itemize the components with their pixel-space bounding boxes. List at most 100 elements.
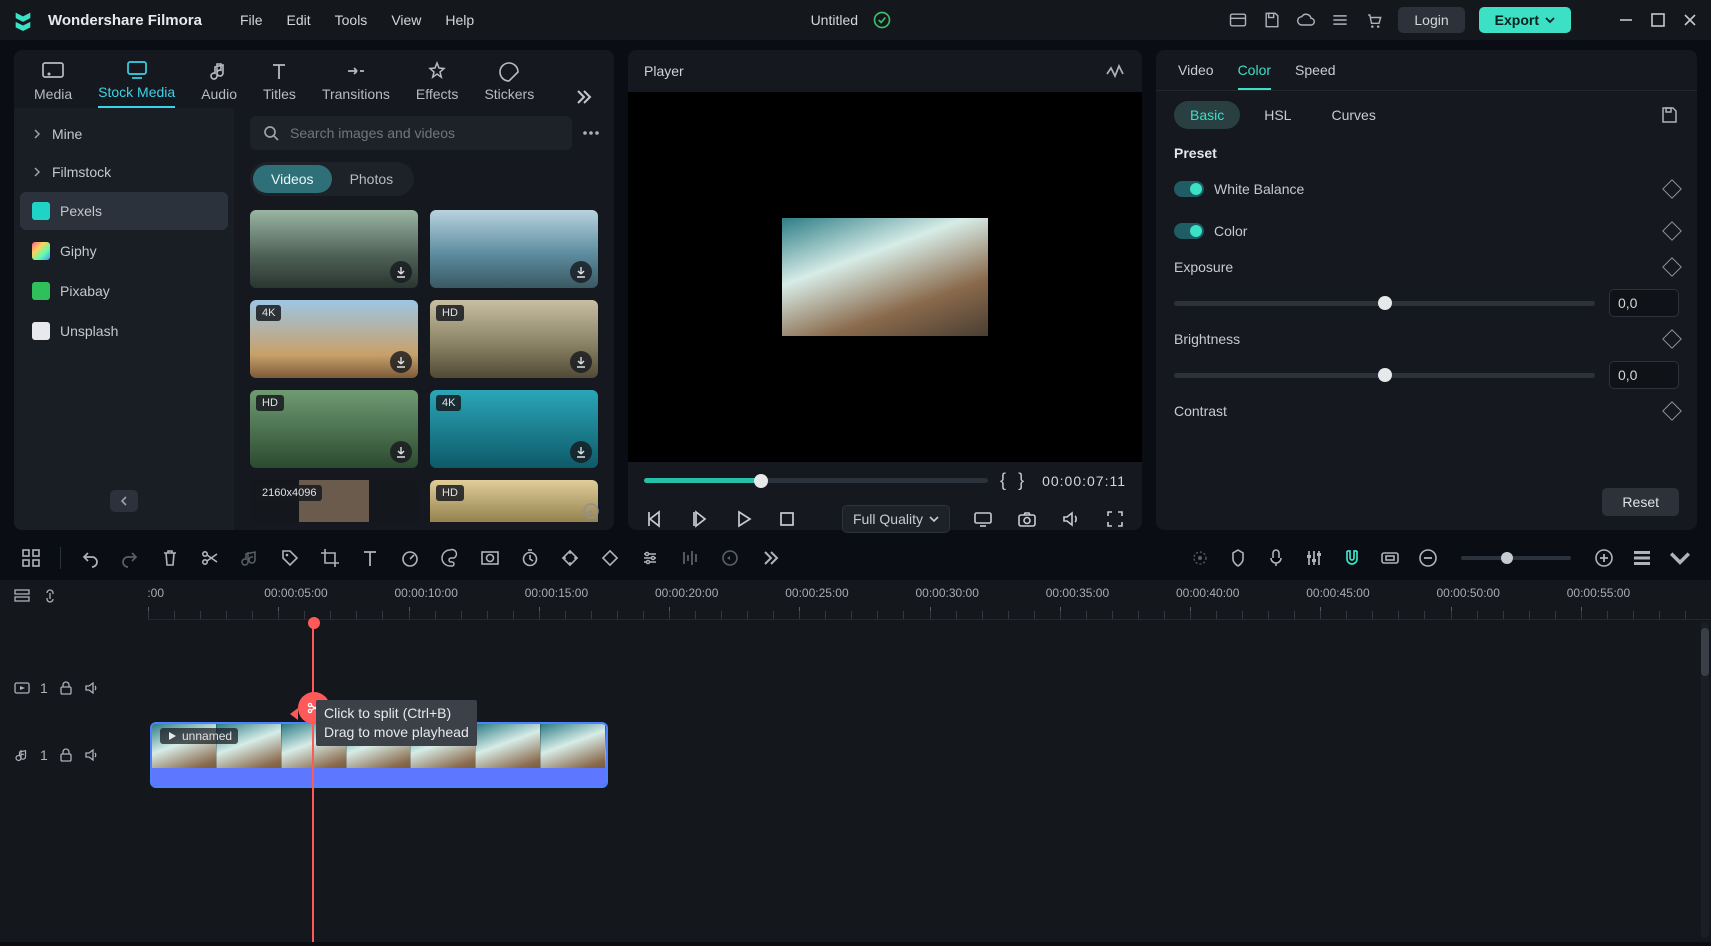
- download-icon[interactable]: [570, 261, 592, 283]
- value-brightness[interactable]: 0,0: [1609, 361, 1679, 389]
- stock-thumbnail[interactable]: 4K: [430, 390, 598, 468]
- more-options-icon[interactable]: [580, 122, 602, 144]
- sidebar-item-giphy[interactable]: Giphy: [20, 232, 228, 270]
- reset-button[interactable]: Reset: [1602, 488, 1679, 516]
- zoom-knob[interactable]: [1501, 552, 1513, 564]
- voiceover-icon[interactable]: [1265, 547, 1287, 569]
- save-preset-icon[interactable]: [1659, 105, 1679, 125]
- toggle-wb-switch[interactable]: [1174, 181, 1204, 197]
- prop-tab-video[interactable]: Video: [1178, 62, 1214, 90]
- stock-thumbnail[interactable]: 4K: [250, 300, 418, 378]
- lock-icon[interactable]: [58, 680, 74, 696]
- step-back-icon[interactable]: [644, 508, 666, 530]
- lock-icon[interactable]: [58, 747, 74, 763]
- tab-stock-media[interactable]: Stock Media: [98, 58, 175, 108]
- zoom-out-icon[interactable]: [1417, 547, 1439, 569]
- tab-media[interactable]: Media: [34, 60, 72, 108]
- more-tools-icon[interactable]: [759, 547, 781, 569]
- redo-icon[interactable]: [119, 547, 141, 569]
- volume-icon[interactable]: [1060, 508, 1082, 530]
- search-input[interactable]: [290, 125, 560, 141]
- sidebar-item-pexels[interactable]: Pexels: [20, 192, 228, 230]
- tab-titles[interactable]: Titles: [263, 60, 296, 108]
- tracks-area[interactable]: unnamed Click to split (Ctrl+B) Drag to …: [148, 620, 1711, 942]
- window-minimize-icon[interactable]: [1617, 11, 1635, 29]
- pill-videos[interactable]: Videos: [253, 165, 332, 193]
- sidebar-item-filmstock[interactable]: Filmstock: [20, 154, 228, 190]
- sub-tab-curves[interactable]: Curves: [1315, 101, 1391, 129]
- cart-icon[interactable]: [1364, 10, 1384, 30]
- info-icon[interactable]: [582, 502, 600, 520]
- link-tracks-icon[interactable]: [42, 588, 58, 604]
- tab-stickers[interactable]: Stickers: [484, 60, 534, 108]
- frame-back-icon[interactable]: [688, 508, 710, 530]
- login-button[interactable]: Login: [1398, 7, 1464, 33]
- hamburger-icon[interactable]: [1330, 10, 1350, 30]
- keyframe-exposure-icon[interactable]: [1662, 257, 1682, 277]
- timeline-ruler[interactable]: 00:0000:00:05:0000:00:10:0000:00:15:0000…: [148, 580, 1711, 620]
- link-icon[interactable]: [1379, 547, 1401, 569]
- stock-thumbnail[interactable]: [430, 210, 598, 288]
- timer-icon[interactable]: [519, 547, 541, 569]
- pill-photos[interactable]: Photos: [332, 165, 412, 193]
- track-view-icon[interactable]: [1631, 547, 1653, 569]
- layout-icon[interactable]: [1228, 10, 1248, 30]
- zoom-in-icon[interactable]: [1593, 547, 1615, 569]
- adjust-icon[interactable]: [639, 547, 661, 569]
- tab-effects[interactable]: Effects: [416, 60, 459, 108]
- stock-thumbnail[interactable]: 2160x4096: [250, 480, 418, 522]
- prop-tab-color[interactable]: Color: [1238, 62, 1271, 90]
- sub-tab-basic[interactable]: Basic: [1174, 101, 1240, 129]
- keyframe-brightness-icon[interactable]: [1662, 329, 1682, 349]
- download-icon[interactable]: [390, 441, 412, 463]
- playback-quality[interactable]: Full Quality: [842, 505, 950, 533]
- motion-icon[interactable]: [599, 547, 621, 569]
- export-button[interactable]: Export: [1479, 7, 1571, 33]
- stock-thumbnail[interactable]: HD: [430, 300, 598, 378]
- menu-file[interactable]: File: [240, 12, 263, 28]
- mark-out-button[interactable]: }: [1018, 470, 1024, 491]
- mute-icon[interactable]: [84, 680, 100, 696]
- record-hint-icon[interactable]: [1189, 547, 1211, 569]
- grid-icon[interactable]: [20, 547, 42, 569]
- menu-edit[interactable]: Edit: [287, 12, 311, 28]
- magnet-icon[interactable]: [1341, 547, 1363, 569]
- snapshot-icon[interactable]: [1016, 508, 1038, 530]
- display-icon[interactable]: [972, 508, 994, 530]
- slider-knob[interactable]: [1378, 296, 1392, 310]
- sidebar-collapse-button[interactable]: [110, 490, 138, 512]
- sub-tab-hsl[interactable]: HSL: [1248, 101, 1307, 129]
- marker-icon[interactable]: [1227, 547, 1249, 569]
- keyframe-color-icon[interactable]: [1662, 221, 1682, 241]
- mark-in-button[interactable]: {: [1000, 470, 1006, 491]
- stock-thumbnail[interactable]: HD: [430, 480, 598, 522]
- cloud-icon[interactable]: [1296, 10, 1316, 30]
- mixer-icon[interactable]: [1303, 547, 1325, 569]
- window-close-icon[interactable]: [1681, 11, 1699, 29]
- stock-thumbnail[interactable]: [250, 210, 418, 288]
- scrub-handle[interactable]: [754, 474, 768, 488]
- loop-icon[interactable]: [719, 547, 741, 569]
- sidebar-item-mine[interactable]: Mine: [20, 116, 228, 152]
- player-viewport[interactable]: [628, 92, 1142, 462]
- sidebar-item-pixabay[interactable]: Pixabay: [20, 272, 228, 310]
- value-exposure[interactable]: 0,0: [1609, 289, 1679, 317]
- download-icon[interactable]: [570, 441, 592, 463]
- download-icon[interactable]: [570, 351, 592, 373]
- prop-tab-speed[interactable]: Speed: [1295, 62, 1335, 90]
- track-view-menu-icon[interactable]: [1669, 547, 1691, 569]
- download-icon[interactable]: [390, 351, 412, 373]
- playhead[interactable]: [312, 620, 314, 942]
- mask-icon[interactable]: [479, 547, 501, 569]
- playhead-top[interactable]: [308, 617, 320, 629]
- expand-tabs-icon[interactable]: [572, 86, 594, 108]
- search-field[interactable]: [250, 116, 572, 150]
- slider-knob[interactable]: [1378, 368, 1392, 382]
- tracks-overview-icon[interactable]: [14, 588, 30, 604]
- toggle-color-switch[interactable]: [1174, 223, 1204, 239]
- play-icon[interactable]: [732, 508, 754, 530]
- scissors-icon[interactable]: [199, 547, 221, 569]
- keyframe-wb-icon[interactable]: [1662, 179, 1682, 199]
- tab-transitions[interactable]: Transitions: [322, 60, 390, 108]
- tag-icon[interactable]: [279, 547, 301, 569]
